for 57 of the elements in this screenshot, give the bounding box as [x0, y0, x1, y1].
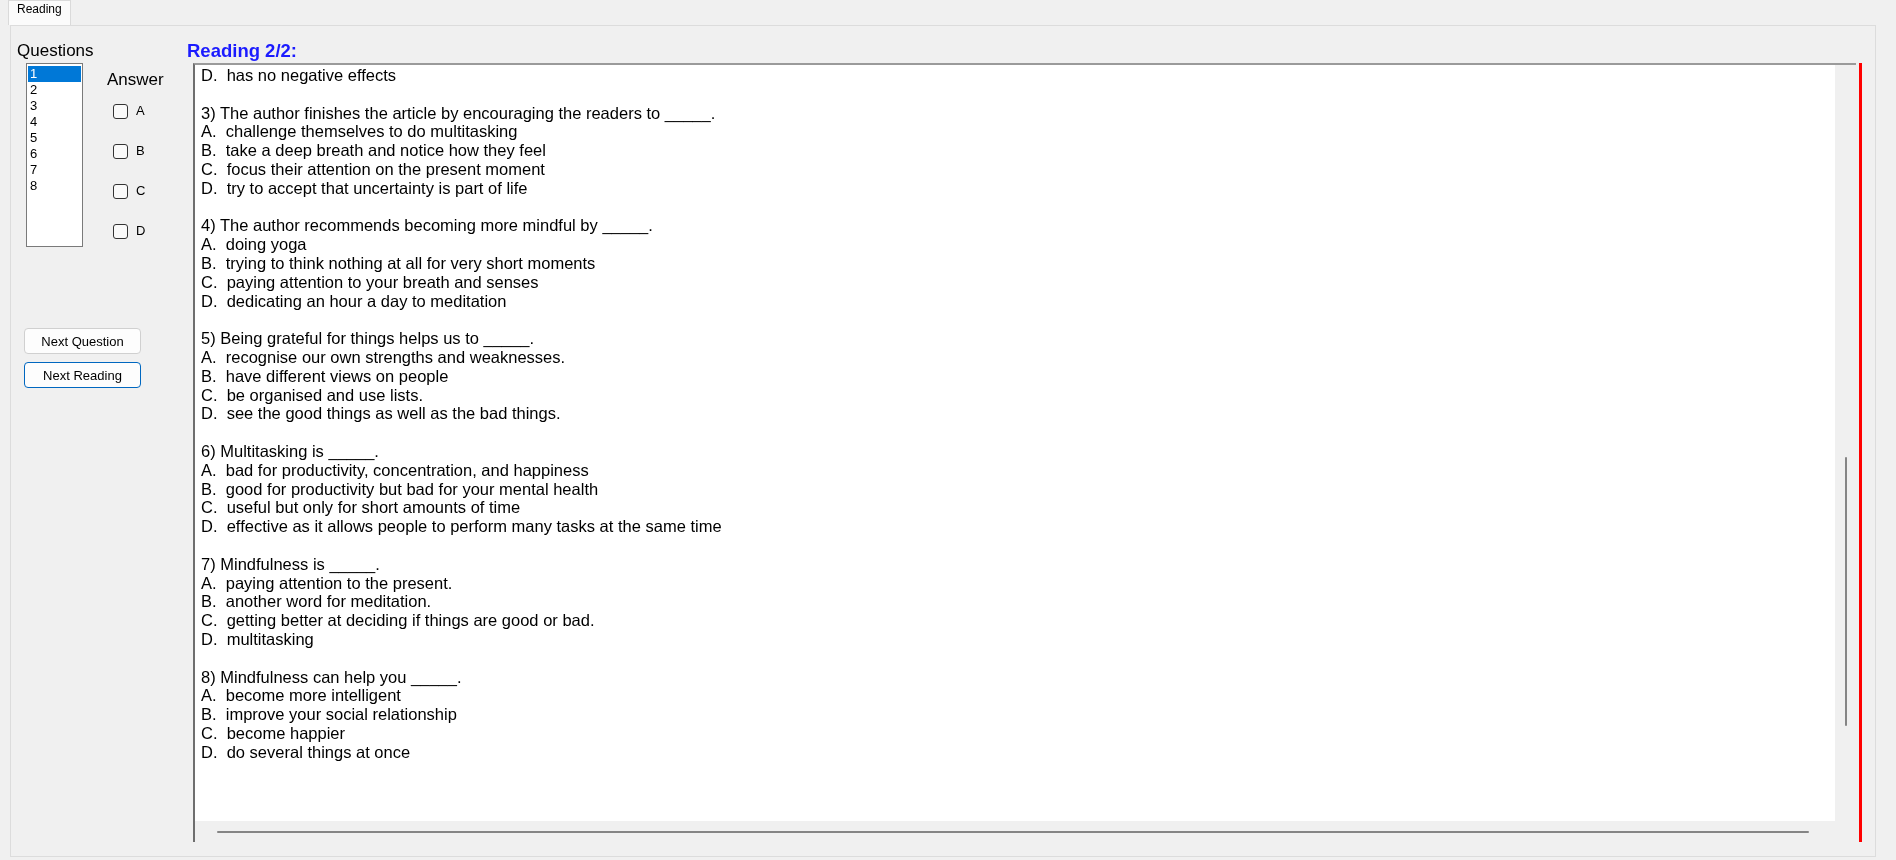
answer-option-text: C. become happier: [201, 723, 345, 743]
answer-option-text: A. challenge themselves to do multitasking: [201, 122, 518, 142]
checkbox-label[interactable]: C: [136, 183, 146, 199]
answer-option-text: D. dedicating an hour a day to meditation: [201, 291, 507, 311]
answer-option-text: C. useful but only for short amounts of time: [201, 498, 521, 518]
answer-option-text: D. do several things at once: [201, 742, 411, 762]
answer-option-text: B. trying to think nothing at all for very short moments: [201, 253, 596, 273]
answer-option-text: A. become more intelligent: [201, 686, 401, 706]
answer-option-text: B. good for productivity but bad for your mental health: [201, 479, 599, 499]
answer-option-text: B. improve your social relationship: [201, 705, 457, 724]
list-item[interactable]: 6: [28, 146, 81, 162]
tab[interactable]: Reading: [8, 0, 71, 25]
question-stem: 8) Mindfulness can help you _____.: [201, 667, 462, 687]
answer-option-text: B. take a deep breath and notice how they feel: [201, 141, 546, 160]
list-item[interactable]: 8: [28, 178, 81, 194]
checkbox-label[interactable]: B: [136, 143, 145, 159]
answer-option-text: A. doing yoga: [201, 235, 307, 254]
checkbox[interactable]: [113, 103, 128, 119]
question-stem: 6) Multitasking is _____.: [201, 441, 379, 461]
checkbox-label[interactable]: A: [136, 103, 145, 119]
question-stem: 5) Being grateful for things helps us to _____.: [201, 329, 534, 348]
checkbox[interactable]: [113, 223, 128, 239]
answer-option-text: B. have different views on people: [201, 366, 449, 386]
answer-option-text: C. focus their attention on the present moment: [201, 160, 545, 179]
list-item[interactable]: 4: [28, 114, 81, 130]
list-item[interactable]: 1: [28, 66, 81, 82]
answer-option-text: A. paying attention to the present.: [201, 573, 453, 593]
questions-label: Questions: [17, 41, 94, 61]
answer-option-text: D. try to accept that uncertainty is part of life: [201, 178, 528, 198]
checkbox[interactable]: [113, 143, 128, 159]
answer-option-text: A. bad for productivity, concentration, and happiness: [201, 460, 589, 480]
answer-option-text: D. effective as it allows people to perform many tasks at the same time: [201, 517, 722, 536]
answer-option-text: A. recognise our own strengths and weaknesses.: [201, 347, 566, 367]
scrollbar-thumb[interactable]: [1844, 457, 1847, 726]
list-item[interactable]: 7: [28, 162, 81, 178]
scrollbar-thumb[interactable]: [217, 830, 1809, 833]
answer-option-text: C. be organised and use lists.: [201, 385, 423, 405]
question-stem: 3) The author finishes the article by encouraging the readers to _____.: [201, 103, 716, 123]
next-question-button[interactable]: Next Question: [24, 328, 141, 354]
checkbox[interactable]: [113, 183, 128, 199]
next-reading-button[interactable]: Next Reading: [24, 362, 141, 388]
reading-title: Reading 2/2:: [187, 40, 297, 62]
question-stem: 4) The author recommends becoming more mindful by _____.: [201, 216, 653, 236]
answer-option-text: C. getting better at deciding if things are good or bad.: [201, 611, 595, 630]
answer-option-text: D. see the good things as well as the bad things.: [201, 404, 561, 424]
checkbox-label[interactable]: D: [136, 223, 146, 239]
answer-option-text: D. multitasking: [201, 629, 314, 649]
list-item[interactable]: 3: [28, 98, 81, 114]
list-item[interactable]: 5: [28, 130, 81, 146]
answer-option-text: D. has no negative effects: [201, 66, 397, 85]
answer-option-text: C. paying attention to your breath and senses: [201, 272, 539, 292]
list-item[interactable]: 2: [28, 82, 81, 98]
questions-list[interactable]: 1 2 3 4 5 6 7 8: [26, 63, 83, 247]
answer-option-text: B. another word for meditation.: [201, 592, 432, 612]
reading-text-box[interactable]: [193, 63, 1856, 842]
question-stem: 7) Mindfulness is _____.: [201, 554, 380, 574]
answer-label: Answer: [107, 70, 164, 90]
